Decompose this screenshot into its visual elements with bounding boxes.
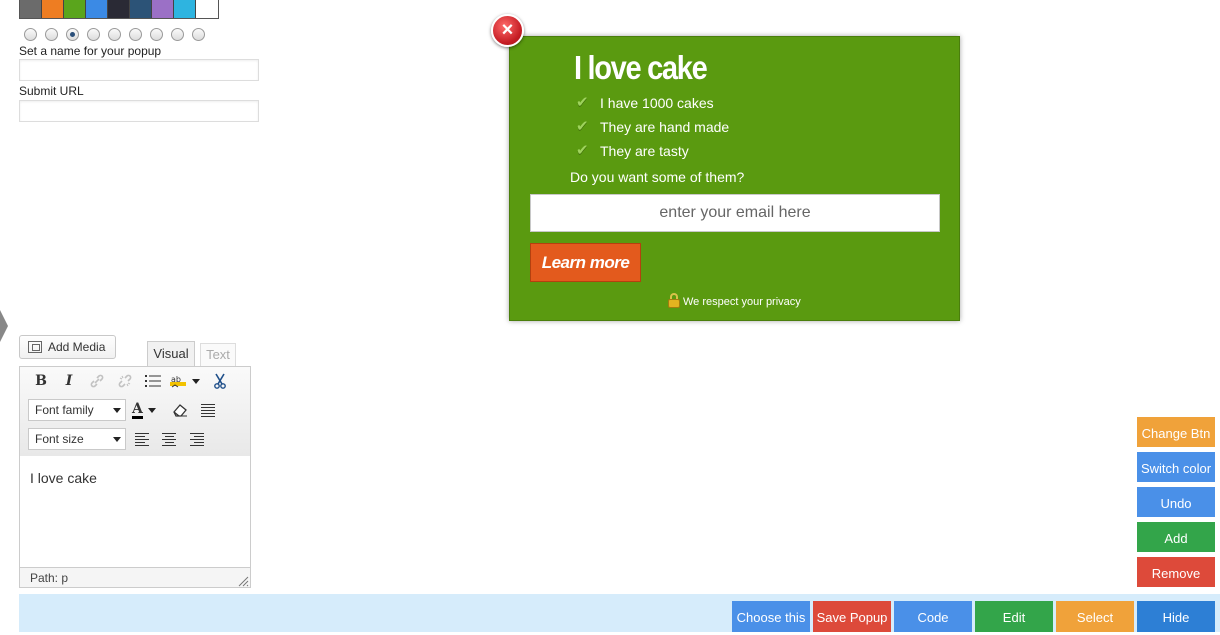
undo-button[interactable]: Undo — [1137, 487, 1215, 517]
align-left-icon[interactable] — [131, 428, 153, 450]
text-color-icon: A — [132, 400, 143, 419]
chevron-down-icon — [113, 407, 121, 413]
justify-icon[interactable] — [197, 399, 219, 421]
color-swatch[interactable] — [86, 0, 108, 18]
switch-color-button[interactable]: Switch color — [1137, 452, 1215, 482]
change-btn-button[interactable]: Change Btn — [1137, 417, 1215, 447]
feature-text: They are hand made — [600, 119, 730, 135]
popup-question[interactable]: Do you want some of them? — [570, 169, 744, 185]
tab-visual[interactable]: Visual — [147, 341, 195, 367]
close-icon[interactable]: × — [491, 14, 524, 47]
color-swatches — [19, 0, 219, 19]
color-swatch[interactable] — [130, 0, 152, 18]
cut-icon[interactable] — [209, 370, 231, 392]
feature-item[interactable]: ✔ They are hand made — [576, 119, 729, 135]
remove-button[interactable]: Remove — [1137, 557, 1215, 587]
theme-radio[interactable] — [66, 28, 79, 41]
check-icon: ✔ — [576, 142, 589, 159]
font-size-label: Font size — [35, 432, 84, 446]
color-swatch[interactable] — [20, 0, 42, 18]
align-center-icon[interactable] — [158, 428, 180, 450]
editor-toolbar: B I ab Font family A Font size — [19, 366, 251, 457]
check-icon: ✔ — [576, 118, 589, 135]
theme-radio[interactable] — [150, 28, 163, 41]
privacy-text: We respect your privacy — [683, 296, 801, 308]
color-swatch[interactable] — [64, 0, 86, 18]
feature-item[interactable]: ✔ They are tasty — [576, 143, 689, 159]
font-size-dropdown[interactable]: Font size — [28, 428, 126, 450]
theme-radio[interactable] — [24, 28, 37, 41]
submit-url-label: Submit URL — [19, 84, 84, 98]
theme-radio-group — [24, 28, 205, 41]
hide-button[interactable]: Hide — [1137, 601, 1215, 632]
popup-name-field[interactable] — [19, 59, 259, 81]
media-icon — [28, 341, 42, 353]
resize-handle-icon[interactable] — [238, 576, 249, 587]
editor-path-bar: Path: p — [19, 567, 251, 588]
editor-content-area[interactable]: I love cake — [19, 456, 251, 568]
chevron-down-icon — [113, 436, 121, 442]
check-icon: ✔ — [576, 94, 589, 111]
color-swatch[interactable] — [174, 0, 196, 18]
theme-radio[interactable] — [192, 28, 205, 41]
link-icon[interactable] — [86, 370, 108, 392]
tab-text[interactable]: Text — [200, 343, 236, 366]
editor-content: I love cake — [30, 470, 97, 486]
align-right-icon[interactable] — [186, 428, 208, 450]
font-family-dropdown[interactable]: Font family — [28, 399, 126, 421]
add-button[interactable]: Add — [1137, 522, 1215, 552]
popup-name-label: Set a name for your popup — [19, 44, 162, 58]
submit-url-field[interactable] — [19, 100, 259, 122]
learn-more-button[interactable]: Learn more — [530, 243, 641, 282]
spellcheck-icon[interactable]: ab — [170, 370, 204, 392]
lock-icon — [668, 293, 680, 308]
feature-text: They are tasty — [600, 143, 689, 159]
theme-radio[interactable] — [171, 28, 184, 41]
save-popup-button[interactable]: Save Popup — [813, 601, 891, 632]
unlink-icon[interactable] — [114, 370, 136, 392]
code-button[interactable]: Code — [894, 601, 972, 632]
theme-radio[interactable] — [108, 28, 121, 41]
font-family-label: Font family — [35, 403, 94, 417]
select-button[interactable]: Select — [1056, 601, 1134, 632]
theme-radio[interactable] — [87, 28, 100, 41]
svg-text:ab: ab — [171, 375, 181, 384]
color-swatch[interactable] — [196, 0, 218, 18]
eraser-icon[interactable] — [169, 399, 191, 421]
privacy-note: We respect your privacy — [668, 293, 801, 308]
feature-item[interactable]: ✔ I have 1000 cakes — [576, 95, 714, 111]
email-input[interactable]: enter your email here — [530, 194, 940, 232]
text-color-button[interactable]: A — [132, 399, 164, 421]
bullet-list-icon[interactable] — [142, 370, 164, 392]
collapse-arrow-icon[interactable] — [0, 310, 8, 342]
edit-button[interactable]: Edit — [975, 601, 1053, 632]
choose-this-button[interactable]: Choose this — [732, 601, 810, 632]
popup-title[interactable]: I love cake — [574, 49, 708, 87]
add-media-button[interactable]: Add Media — [19, 335, 116, 359]
bold-button[interactable]: B — [30, 370, 52, 392]
color-swatch[interactable] — [42, 0, 64, 18]
italic-button[interactable]: I — [58, 370, 80, 392]
feature-text: I have 1000 cakes — [600, 95, 714, 111]
color-swatch[interactable] — [152, 0, 174, 18]
color-swatch[interactable] — [108, 0, 130, 18]
theme-radio[interactable] — [45, 28, 58, 41]
popup-preview: I love cake ✔ I have 1000 cakes ✔ They a… — [509, 36, 960, 321]
theme-radio[interactable] — [129, 28, 142, 41]
add-media-label: Add Media — [48, 340, 106, 354]
